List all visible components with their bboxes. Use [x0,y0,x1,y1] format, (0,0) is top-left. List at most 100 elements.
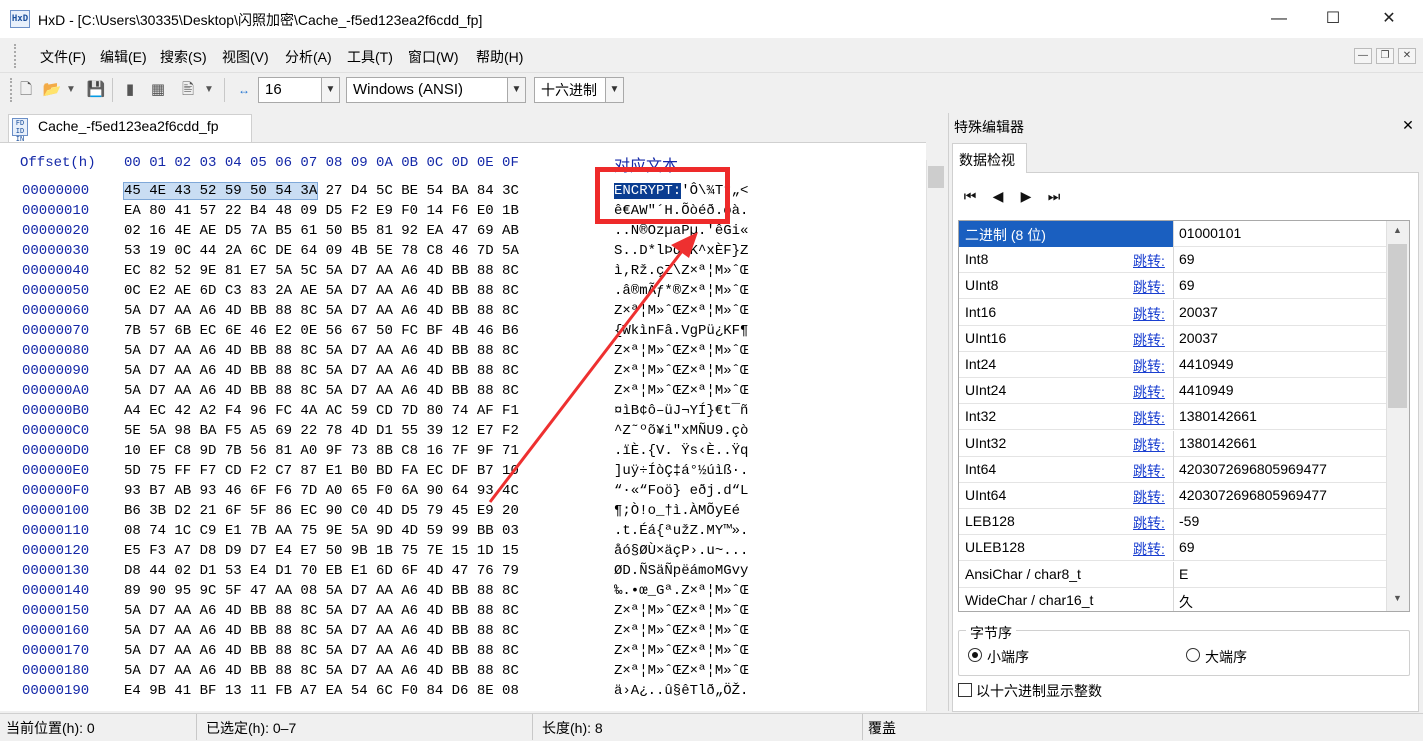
inspector-value[interactable]: -59 [1179,513,1199,529]
row-bytes[interactable]: 02 16 4E AE D5 7A B5 61 50 B5 81 92 EA 4… [124,223,519,239]
row-bytes[interactable]: D8 44 02 D1 53 E4 D1 70 EB E1 6D 6F 4D 4… [124,563,519,579]
row-text[interactable]: Z×ª¦M»ˆŒZ×ª¦M»ˆŒ [614,643,748,659]
open-disk-icon[interactable]: ▮ [120,80,140,100]
jump-link[interactable]: 跳转: [1133,487,1165,507]
row-text[interactable]: “·«“Foö} eðj.d“L [614,483,748,499]
inspector-row[interactable]: Int64 跳转: 4203072696805969477 [959,456,1387,483]
row-bytes[interactable]: 5A D7 AA A6 4D BB 88 8C 5A D7 AA A6 4D B… [124,643,519,659]
row-bytes[interactable]: EA 80 41 57 22 B4 48 09 D5 F2 E9 F0 14 F… [124,203,519,219]
bytes-per-row-select[interactable]: 16 ▼ [258,77,340,103]
save-icon[interactable]: 💾 [86,80,106,100]
close-button[interactable]: ✕ [1362,0,1416,38]
previous-icon[interactable]: ◀ [988,186,1008,206]
inspector-row[interactable]: Int24 跳转: 4410949 [959,352,1387,378]
open-dropdown-icon[interactable]: ▼ [64,80,78,100]
menu-analysis[interactable]: 分析(A) [285,47,332,67]
chevron-down-icon[interactable]: ▼ [605,78,623,102]
row-bytes[interactable]: 53 19 0C 44 2A 6C DE 64 09 4B 5E 78 C8 4… [124,243,519,259]
row-text[interactable]: Z×ª¦M»ˆŒZ×ª¦M»ˆŒ [614,303,748,319]
menu-file[interactable]: 文件(F) [40,47,86,67]
inspector-value[interactable]: 01000101 [1179,225,1241,241]
menu-window[interactable]: 窗口(W) [408,47,459,67]
inspector-value[interactable]: 69 [1179,277,1195,293]
inspector-value[interactable]: 20037 [1179,330,1218,346]
menu-view[interactable]: 视图(V) [222,47,269,67]
inspector-row[interactable]: AnsiChar / char8_t E [959,561,1387,588]
row-bytes[interactable]: 5A D7 AA A6 4D BB 88 8C 5A D7 AA A6 4D B… [124,343,519,359]
row-text[interactable]: ä›A¿..û§êTlð„ÖŽ. [614,683,748,699]
menu-edit[interactable]: 编辑(E) [100,47,147,67]
jump-link[interactable]: 跳转: [1133,513,1165,533]
first-icon[interactable]: ⏮ [960,186,980,206]
inspector-row[interactable]: WideChar / char16_t 久 [959,587,1387,611]
row-bytes[interactable]: 5E 5A 98 BA F5 A5 69 22 78 4D D1 55 39 1… [124,423,519,439]
row-text[interactable]: ì‚Rž.çZ\Z×ª¦M»ˆŒ [614,263,748,279]
jump-link[interactable]: 跳转: [1133,251,1165,271]
status-mode[interactable]: 覆盖 [868,718,896,738]
row-text[interactable]: ..N®ÕzµaPµ.'êGi« [614,223,748,239]
row-bytes[interactable]: E4 9B 41 BF 13 11 FB A7 EA 54 6C F0 84 D… [124,683,519,699]
row-text[interactable]: Z×ª¦M»ˆŒZ×ª¦M»ˆŒ [614,623,748,639]
row-text[interactable]: ]uÿ÷ÍòÇ‡á°½úìß·. [614,463,748,479]
row-bytes[interactable]: 7B 57 6B EC 6E 46 E2 0E 56 67 50 FC BF 4… [124,323,519,339]
jump-link[interactable]: 跳转: [1133,356,1165,376]
inspector-row[interactable]: ULEB128 跳转: 69 [959,535,1387,562]
big-endian-radio[interactable] [1186,648,1200,662]
chevron-down-icon[interactable]: ▼ [507,78,525,102]
menu-tools[interactable]: 工具(T) [347,47,393,67]
inspector-value[interactable]: 4410949 [1179,356,1234,372]
row-text[interactable]: .t.Éá{ªužZ.MY™». [614,523,748,539]
row-bytes[interactable]: E5 F3 A7 D8 D9 D7 E4 E7 50 9B 1B 75 7E 1… [124,543,519,559]
inspector-row[interactable]: 二进制 (8 位) 01000101 [959,221,1387,247]
inspector-value[interactable]: 69 [1179,539,1195,555]
row-bytes[interactable]: 08 74 1C C9 E1 7B AA 75 9E 5A 9D 4D 59 9… [124,523,519,539]
inspector-row[interactable]: Int16 跳转: 20037 [959,299,1387,326]
jump-link[interactable]: 跳转: [1133,461,1165,481]
chevron-down-icon[interactable]: ▼ [321,78,339,102]
inspector-value[interactable]: E [1179,566,1188,582]
jump-link[interactable]: 跳转: [1133,408,1165,428]
inspector-row[interactable]: UInt64 跳转: 4203072696805969477 [959,483,1387,509]
inspector-row[interactable]: UInt32 跳转: 1380142661 [959,430,1387,457]
inspector-value[interactable]: 4410949 [1179,382,1234,398]
row-bytes[interactable]: 5A D7 AA A6 4D BB 88 8C 5A D7 AA A6 4D B… [124,303,519,319]
data-inspector-grid[interactable]: 二进制 (8 位) 01000101 Int8 跳转: 69 UInt8 跳转: 69 Int1… [958,220,1410,612]
next-icon[interactable]: ▶ [1016,186,1036,206]
row-bytes[interactable]: 5D 75 FF F7 CD F2 C7 87 E1 B0 BD FA EC D… [124,463,519,479]
little-endian-label[interactable]: 小端序 [987,647,1029,667]
new-file-icon[interactable]: 🗋 [16,80,36,100]
row-text[interactable]: S..D*lÞd.K^xÈF}Z [614,243,748,259]
minimize-button[interactable]: — [1252,0,1306,38]
inspector-row[interactable]: Int8 跳转: 69 [959,247,1387,274]
row-bytes[interactable]: 5A D7 AA A6 4D BB 88 8C 5A D7 AA A6 4D B… [124,383,519,399]
inspector-value[interactable]: 4203072696805969477 [1179,461,1327,477]
row-text[interactable]: .â®mÃƒ*®Z×ª¦M»ˆŒ [614,283,748,299]
row-bytes[interactable]: 10 EF C8 9D 7B 56 81 A0 9F 73 8B C8 16 7… [124,443,519,459]
mdi-restore-icon[interactable]: ❐ [1376,48,1394,64]
inspector-row[interactable]: UInt24 跳转: 4410949 [959,378,1387,405]
row-text[interactable]: ØD.ÑSäÑpëámoMGvy [614,563,748,579]
hex-editor-view[interactable]: Offset(h) 00 01 02 03 04 05 06 07 08 09 … [0,142,926,711]
selected-bytes[interactable]: 45 4E 43 52 59 50 54 3A [122,182,319,200]
disk-image-dropdown-icon[interactable]: ▼ [202,80,216,100]
hex-integers-checkbox[interactable] [958,683,972,697]
row-text[interactable]: Z×ª¦M»ˆŒZ×ª¦M»ˆŒ [614,603,748,619]
open-ram-icon[interactable]: ▦ [148,80,168,100]
mdi-close-icon[interactable]: ✕ [1398,48,1416,64]
menu-search[interactable]: 搜索(S) [160,47,207,67]
inspector-value[interactable]: 20037 [1179,304,1218,320]
row-text[interactable]: Z×ª¦M»ˆŒZ×ª¦M»ˆŒ [614,663,748,679]
row-bytes[interactable]: 5A D7 AA A6 4D BB 88 8C 5A D7 AA A6 4D B… [124,663,519,679]
row-text[interactable]: {WkìnFâ.VgPü¿KF¶ [614,323,748,339]
jump-link[interactable]: 跳转: [1133,435,1165,455]
row-text[interactable]: åó§ØÙ×äçP›.u~... [614,543,748,559]
last-icon[interactable]: ⏭ [1044,186,1064,206]
row-text[interactable]: Z×ª¦M»ˆŒZ×ª¦M»ˆŒ [614,343,748,359]
open-folder-icon[interactable]: 📂 [42,80,62,100]
row-text[interactable]: ‰.•œ_Gª.Z×ª¦M»ˆŒ [614,583,748,599]
charset-select[interactable]: Windows (ANSI) ▼ [346,77,526,103]
row-bytes[interactable]: 5A D7 AA A6 4D BB 88 8C 5A D7 AA A6 4D B… [124,363,519,379]
row-bytes[interactable]: 5A D7 AA A6 4D BB 88 8C 5A D7 AA A6 4D B… [124,623,519,639]
row-text[interactable]: ¤ìB¢ô–üJ¬YÍ}€t¯ñ [614,403,748,419]
inspector-value[interactable]: 69 [1179,251,1195,267]
